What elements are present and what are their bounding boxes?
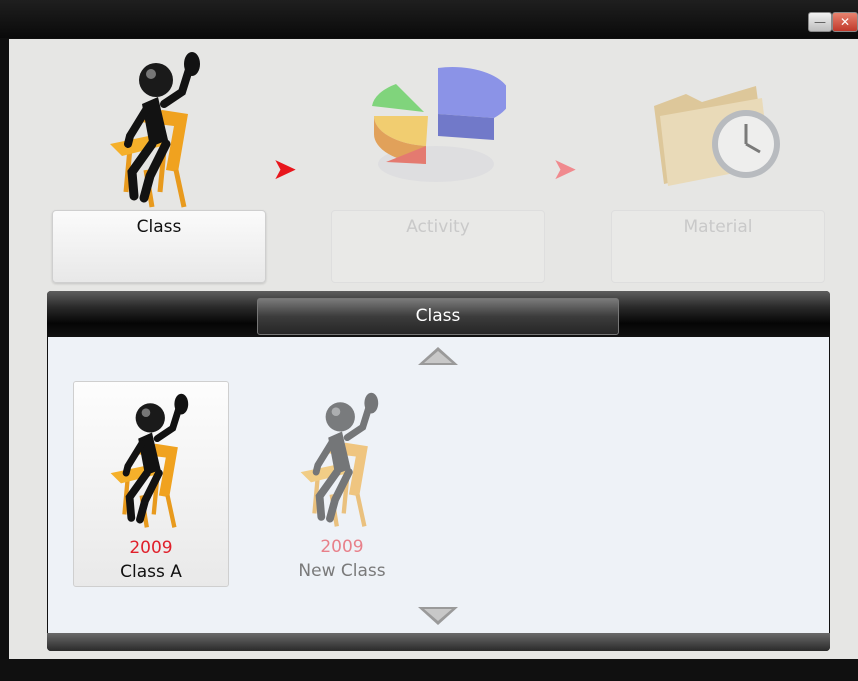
step-label: Activity (406, 217, 470, 237)
class-year: 2009 (320, 537, 364, 557)
bottom-bar (0, 659, 858, 681)
step-label: Class (136, 217, 182, 237)
panel-header: Class (47, 291, 830, 337)
student-figure-icon (300, 392, 379, 527)
close-button[interactable]: ✕ (832, 12, 858, 32)
student-figure-icon (110, 393, 189, 528)
folder-clock-icon (654, 86, 780, 186)
scroll-up-icon[interactable] (416, 345, 460, 367)
step-button-activity[interactable]: Activity (331, 210, 545, 283)
step-button-class[interactable]: Class (52, 210, 266, 283)
scroll-down-icon[interactable] (416, 605, 460, 627)
class-item[interactable]: 2009 New Class (264, 381, 420, 587)
class-year: 2009 (129, 538, 173, 558)
class-list: 2009 Class A 2009 New Class (48, 337, 829, 633)
class-name: New Class (298, 561, 386, 581)
minimize-icon: — (814, 15, 826, 29)
class-item[interactable]: 2009 Class A (73, 381, 229, 587)
panel-title-tab[interactable]: Class (257, 298, 619, 335)
class-name: Class A (120, 562, 182, 582)
student-figure-icon (110, 52, 200, 208)
close-icon: ✕ (839, 15, 851, 29)
minimize-button[interactable]: — (808, 12, 832, 32)
pie-chart-icon (372, 67, 506, 182)
step-button-material[interactable]: Material (611, 210, 825, 283)
title-bar: — ✕ (0, 0, 858, 38)
panel-footer (47, 633, 830, 651)
right-arrow-icon: ➤ (552, 152, 578, 187)
panel-title: Class (415, 306, 461, 326)
step-label: Material (683, 217, 753, 237)
right-arrow-icon: ➤ (272, 152, 298, 187)
class-panel: Class 2009 Class A 2009 New Class (47, 291, 830, 651)
app-window: — ✕ ➤ ➤ Class Activity Material Class 20… (0, 0, 858, 681)
